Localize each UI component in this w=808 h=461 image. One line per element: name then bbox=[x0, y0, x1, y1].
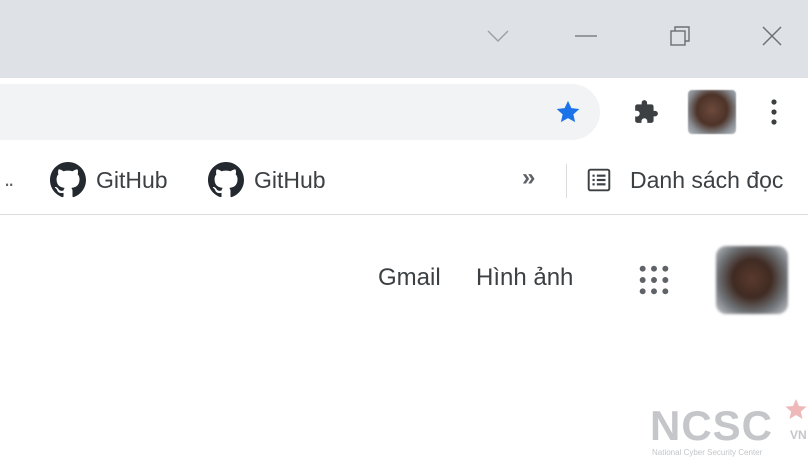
close-icon bbox=[762, 26, 782, 46]
chevron-down-icon bbox=[487, 30, 509, 42]
reading-list-icon bbox=[587, 168, 611, 192]
bookmark-label: GitHub bbox=[254, 166, 326, 193]
restore-icon bbox=[670, 26, 690, 46]
watermark-logo-text: NCSC bbox=[650, 402, 774, 449]
puzzle-icon bbox=[635, 100, 658, 123]
ncsc-watermark: NCSC VN National Cyber Security Center bbox=[650, 398, 808, 461]
browser-menu-button[interactable] bbox=[754, 92, 794, 132]
star-icon bbox=[785, 399, 807, 419]
minimize-button[interactable] bbox=[566, 20, 606, 52]
watermark-suffix: VN bbox=[790, 428, 807, 442]
github-icon bbox=[50, 162, 86, 198]
reading-list-label: Danh sách đọc bbox=[630, 166, 784, 193]
tab-search-button[interactable] bbox=[478, 20, 518, 52]
apps-grid-icon bbox=[639, 265, 669, 295]
gmail-link[interactable]: Gmail bbox=[378, 264, 441, 292]
bookmark-github-1[interactable]: GitHub bbox=[50, 160, 168, 200]
github-icon bbox=[208, 162, 244, 198]
close-window-button[interactable] bbox=[752, 20, 792, 52]
browser-toolbar bbox=[0, 78, 808, 146]
profile-avatar-button[interactable] bbox=[688, 90, 736, 134]
google-apps-button[interactable] bbox=[632, 258, 676, 302]
bookmark-star-button[interactable] bbox=[548, 92, 588, 132]
kebab-menu-icon bbox=[771, 99, 777, 125]
images-link[interactable]: Hình ảnh bbox=[476, 264, 573, 292]
restore-button[interactable] bbox=[660, 20, 700, 52]
bookmark-github-2[interactable]: GitHub bbox=[208, 160, 326, 200]
watermark-subtitle: National Cyber Security Center bbox=[652, 448, 763, 457]
address-bar[interactable] bbox=[0, 84, 600, 140]
account-avatar[interactable] bbox=[716, 246, 788, 314]
minimize-icon bbox=[575, 35, 597, 37]
bookmarks-overflow-left: .. bbox=[4, 166, 14, 191]
bookmarks-bar: .. GitHub GitHub » Danh sách đọc bbox=[0, 146, 808, 215]
bookmark-label: GitHub bbox=[96, 166, 168, 193]
bookmarks-more-button[interactable]: » bbox=[522, 164, 535, 192]
bookmarks-separator bbox=[566, 164, 567, 198]
bookmark-star-icon bbox=[556, 100, 580, 123]
reading-list-button[interactable]: Danh sách đọc bbox=[586, 160, 783, 200]
extensions-button[interactable] bbox=[626, 92, 666, 132]
title-bar bbox=[0, 0, 808, 78]
